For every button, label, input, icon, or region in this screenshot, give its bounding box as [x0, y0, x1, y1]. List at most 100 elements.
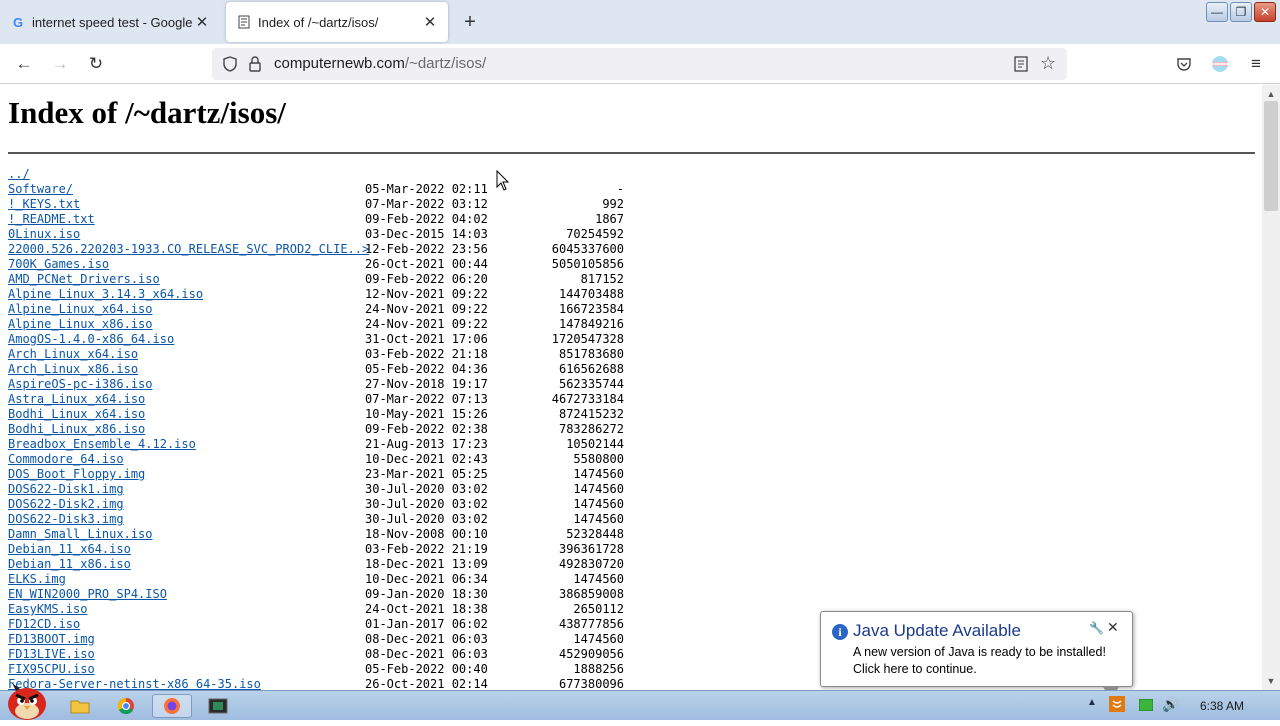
scrollbar-thumb[interactable]	[1264, 101, 1278, 211]
file-link[interactable]: Debian_11_x64.iso	[8, 542, 131, 557]
file-link[interactable]: !_KEYS.txt	[8, 197, 80, 212]
volume-icon[interactable]: 🔊	[1162, 696, 1179, 713]
tab-index-isos[interactable]: Index of /~dartz/isos/ ✕	[226, 2, 448, 42]
forward-arrow-icon[interactable]: →	[48, 52, 72, 76]
file-link[interactable]: Debian_11_x86.iso	[8, 557, 131, 572]
back-arrow-icon[interactable]: ←	[12, 52, 36, 76]
taskbar-clock[interactable]: 6:38 AM	[1200, 699, 1244, 713]
file-size: 2650112	[573, 602, 624, 616]
file-link[interactable]: EN_WIN2000_PRO_SP4.ISO	[8, 587, 167, 602]
scroll-up-arrow-icon[interactable]: ▲	[1262, 87, 1280, 101]
file-date: 12-Feb-2022 23:56	[365, 242, 488, 256]
reader-view-icon[interactable]	[1014, 56, 1028, 77]
file-link[interactable]: Software/	[8, 182, 73, 197]
vertical-scrollbar[interactable]: ▲ ▼	[1262, 85, 1280, 690]
file-size: 147849216	[558, 317, 624, 331]
file-date: 26-Oct-2021 02:14	[365, 677, 488, 690]
restore-button[interactable]: ❐	[1230, 2, 1252, 22]
chrome-icon[interactable]	[106, 694, 146, 718]
network-icon[interactable]	[1138, 698, 1154, 714]
file-link[interactable]: AmogOS-1.4.0-x86_64.iso	[8, 332, 174, 347]
file-size: 783286272	[558, 422, 624, 436]
file-link[interactable]: Breadbox_Ensemble_4.12.iso	[8, 437, 196, 452]
file-date: 07-Mar-2022 03:12	[365, 197, 488, 211]
java-tray-icon[interactable]	[1109, 696, 1125, 715]
file-date: 24-Nov-2021 09:22	[365, 302, 488, 316]
address-bar[interactable]: computernewb.com/~dartz/isos/ ☆	[212, 48, 1067, 80]
file-link[interactable]: DOS_Boot_Floppy.img	[8, 467, 145, 482]
close-icon[interactable]: ✕	[1107, 619, 1119, 636]
window-controls: — ❐ ✕	[1206, 2, 1276, 22]
folder-icon[interactable]	[60, 694, 100, 718]
file-link[interactable]: Arch_Linux_x86.iso	[8, 362, 138, 377]
file-link[interactable]: 22000.526.220203-1933.CO_RELEASE_SVC_PRO…	[8, 242, 369, 257]
parent-directory-link[interactable]: ../	[8, 167, 30, 182]
shield-icon[interactable]	[222, 56, 238, 77]
file-date: 10-Dec-2021 02:43	[365, 452, 488, 466]
file-link[interactable]: DOS622-Disk1.img	[8, 482, 124, 497]
close-tab-icon[interactable]: ✕	[192, 12, 212, 32]
file-date: 09-Jan-2020 18:30	[365, 587, 488, 601]
file-link[interactable]: Arch_Linux_x64.iso	[8, 347, 138, 362]
file-link[interactable]: !_README.txt	[8, 212, 95, 227]
java-popup-link[interactable]: Click here to continue.	[853, 661, 1106, 678]
menu-icon[interactable]: ≡	[1244, 52, 1268, 76]
file-size: 166723584	[558, 302, 624, 316]
file-link[interactable]: Bodhi_Linux_x64.iso	[8, 407, 145, 422]
new-tab-button[interactable]: +	[458, 10, 482, 34]
file-size: 4672733184	[551, 392, 624, 406]
file-size: 817152	[580, 272, 624, 286]
file-date: 08-Dec-2021 06:03	[365, 647, 488, 661]
file-link[interactable]: Alpine_Linux_x86.iso	[8, 317, 153, 332]
file-size: 562335744	[558, 377, 624, 391]
wrench-icon[interactable]: 🔧	[1089, 621, 1104, 635]
close-window-button[interactable]: ✕	[1254, 2, 1276, 22]
file-size: 872415232	[558, 407, 624, 421]
file-link[interactable]: FD13BOOT.img	[8, 632, 95, 647]
file-link[interactable]: Damn_Small_Linux.iso	[8, 527, 153, 542]
file-date: 09-Feb-2022 06:20	[365, 272, 488, 286]
file-link[interactable]: FIX95CPU.iso	[8, 662, 95, 677]
file-size: 452909056	[558, 647, 624, 661]
file-size: 1720547328	[551, 332, 624, 346]
file-link[interactable]: FD12CD.iso	[8, 617, 80, 632]
start-button[interactable]	[4, 679, 50, 721]
file-size: 1474560	[573, 572, 624, 586]
show-hidden-icons-icon[interactable]: ▲	[1087, 697, 1097, 708]
account-icon[interactable]	[1208, 52, 1232, 76]
file-link[interactable]: FD13LIVE.iso	[8, 647, 95, 662]
file-size: 386859008	[558, 587, 624, 601]
java-update-notification[interactable]: i Java Update Available 🔧 ✕ A new versio…	[820, 611, 1133, 699]
file-date: 30-Jul-2020 03:02	[365, 497, 488, 511]
pocket-icon[interactable]	[1172, 52, 1196, 76]
file-link[interactable]: DOS622-Disk2.img	[8, 497, 124, 512]
file-link[interactable]: 700K_Games.iso	[8, 257, 109, 272]
file-link[interactable]: 0Linux.iso	[8, 227, 80, 242]
java-popup-title: Java Update Available	[853, 621, 1021, 640]
lock-icon[interactable]	[248, 55, 262, 78]
file-size: 1474560	[573, 497, 624, 511]
file-link[interactable]: AMD_PCNet_Drivers.iso	[8, 272, 160, 287]
close-tab-icon[interactable]: ✕	[420, 12, 440, 32]
file-link[interactable]: Alpine_Linux_3.14.3_x64.iso	[8, 287, 203, 302]
tab-google-speed-test[interactable]: G internet speed test - Google ✕	[0, 0, 220, 44]
file-date: 10-Dec-2021 06:34	[365, 572, 488, 586]
file-link[interactable]: Alpine_Linux_x64.iso	[8, 302, 153, 317]
page-heading: Index of /~dartz/isos/	[8, 95, 286, 130]
bookmark-star-icon[interactable]: ☆	[1040, 53, 1056, 74]
file-size: 616562688	[558, 362, 624, 376]
reload-icon[interactable]: ↻	[84, 52, 108, 76]
file-link[interactable]: Commodore_64.iso	[8, 452, 124, 467]
file-link[interactable]: Bodhi_Linux_x86.iso	[8, 422, 145, 437]
firefox-icon[interactable]	[152, 694, 192, 718]
file-link[interactable]: EasyKMS.iso	[8, 602, 87, 617]
scroll-down-arrow-icon[interactable]: ▼	[1262, 674, 1280, 688]
minimize-button[interactable]: —	[1206, 2, 1228, 22]
terminal-icon[interactable]	[198, 694, 238, 718]
file-link[interactable]: ELKS.img	[8, 572, 66, 587]
file-date: 03-Feb-2022 21:19	[365, 542, 488, 556]
file-size: 1867	[595, 212, 624, 226]
file-link[interactable]: AspireOS-pc-i386.iso	[8, 377, 153, 392]
file-link[interactable]: Astra_Linux_x64.iso	[8, 392, 145, 407]
file-link[interactable]: DOS622-Disk3.img	[8, 512, 124, 527]
